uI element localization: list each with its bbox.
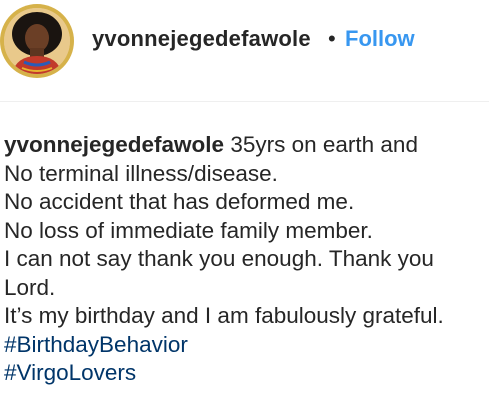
caption-username-link[interactable]: yvonnejegedefawole bbox=[4, 132, 224, 157]
caption-line: I can not say thank you enough. Thank yo… bbox=[4, 246, 434, 271]
post-caption: yvonnejegedefawole 35yrs on earth and No… bbox=[4, 131, 486, 388]
caption-line-1: yvonnejegedefawole 35yrs on earth and bbox=[4, 131, 486, 160]
hashtag-link-virgolovers[interactable]: #VirgoLovers bbox=[4, 359, 486, 388]
follow-button[interactable]: Follow bbox=[345, 26, 415, 52]
header-separator: • bbox=[328, 26, 336, 51]
post-header: yvonnejegedefawole • Follow bbox=[0, 0, 489, 84]
caption-line: No accident that has deformed me. bbox=[4, 189, 355, 214]
caption-line: Lord. bbox=[4, 274, 56, 300]
header-divider bbox=[0, 101, 489, 102]
caption-text: 35yrs on earth and bbox=[224, 132, 418, 157]
caption-line: It’s my birthday and I am fabulously gra… bbox=[4, 303, 444, 328]
avatar-story-ring[interactable] bbox=[0, 4, 74, 78]
caption-line: No loss of immediate family member. bbox=[4, 217, 373, 243]
caption-line: No terminal illness/disease. bbox=[4, 160, 278, 186]
post-username-link[interactable]: yvonnejegedefawole bbox=[92, 26, 311, 52]
avatar-image bbox=[4, 8, 70, 74]
hashtag-link-birthdaybehavior[interactable]: #BirthdayBehavior bbox=[4, 331, 486, 360]
avatar[interactable] bbox=[4, 8, 70, 74]
